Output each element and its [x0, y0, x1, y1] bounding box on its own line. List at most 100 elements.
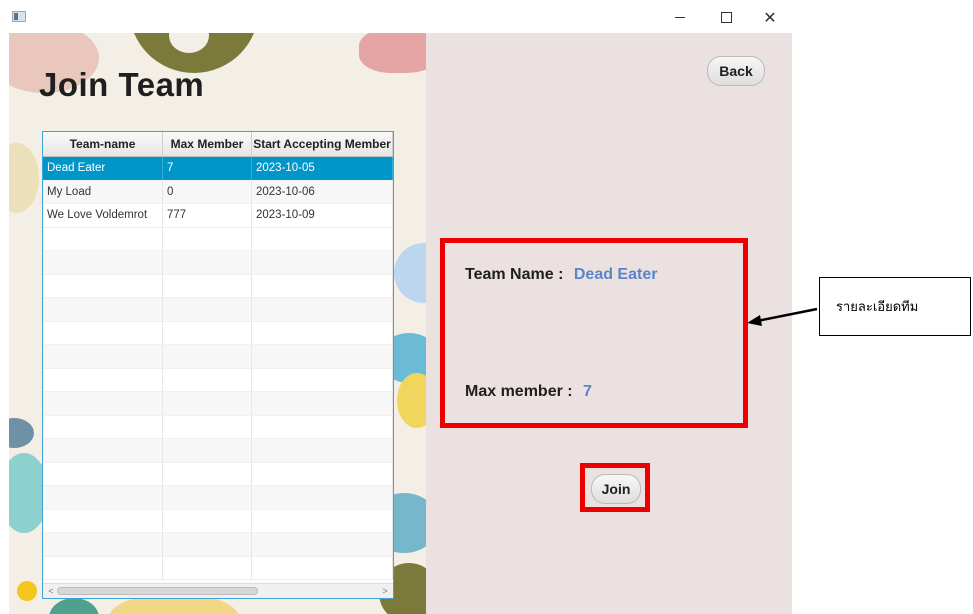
empty-cell	[252, 415, 393, 438]
team-name-value: Dead Eater	[573, 266, 658, 283]
empty-cell	[163, 486, 252, 509]
empty-cell	[252, 251, 393, 274]
cell-team-name: Dead Eater	[43, 157, 163, 180]
window-title-bar: ✕	[0, 0, 792, 33]
maximize-icon[interactable]	[711, 4, 741, 30]
cell-max-member: 7	[163, 157, 252, 180]
empty-cell	[252, 274, 393, 297]
table-row-empty[interactable]	[43, 509, 393, 533]
column-header-team-name[interactable]: Team-name	[43, 132, 163, 156]
cell-team-name: My Load	[43, 180, 163, 203]
decorative-shape	[9, 143, 39, 213]
table-row[interactable]: We Love Voldemrot 777 2023-10-09	[43, 204, 393, 228]
table-row-empty[interactable]	[43, 439, 393, 463]
empty-cell	[43, 415, 163, 438]
decorative-shape	[397, 373, 426, 428]
cell-max-member: 0	[163, 180, 252, 203]
table-row-empty[interactable]	[43, 368, 393, 392]
empty-cell	[163, 509, 252, 532]
table-row-empty[interactable]	[43, 251, 393, 275]
cell-max-member: 777	[163, 204, 252, 227]
table-row-empty[interactable]	[43, 298, 393, 322]
empty-cell	[43, 509, 163, 532]
empty-cell	[252, 509, 393, 532]
team-details-box: Team Name : Dead Eater Max member : 7	[440, 238, 748, 428]
empty-cell	[43, 462, 163, 485]
empty-cell	[43, 321, 163, 344]
empty-cell	[43, 486, 163, 509]
app-icon	[12, 11, 26, 22]
horizontal-scrollbar[interactable]: < >	[43, 583, 393, 598]
table-header: Team-name Max Member Start Accepting Mem…	[43, 132, 393, 157]
left-panel: Join Team Team-name Max Member Start Acc…	[9, 33, 426, 614]
empty-cell	[252, 321, 393, 344]
empty-cell	[163, 556, 252, 579]
table-row-empty[interactable]	[43, 415, 393, 439]
decorative-shape	[49, 598, 99, 614]
empty-cell	[163, 251, 252, 274]
empty-cell	[252, 533, 393, 556]
column-header-max-member[interactable]: Max Member	[163, 132, 252, 156]
empty-cell	[252, 439, 393, 462]
table-row[interactable]: My Load 0 2023-10-06	[43, 180, 393, 204]
empty-cell	[252, 345, 393, 368]
empty-cell	[43, 274, 163, 297]
scroll-thumb[interactable]	[57, 587, 258, 595]
empty-cell	[252, 227, 393, 250]
empty-cell	[163, 439, 252, 462]
table-row-empty[interactable]	[43, 533, 393, 557]
minimize-icon[interactable]	[665, 4, 695, 30]
table-row-empty[interactable]	[43, 345, 393, 369]
column-header-start-accepting[interactable]: Start Accepting Member	[252, 132, 393, 156]
empty-cell	[43, 345, 163, 368]
empty-cell	[43, 439, 163, 462]
empty-cell	[252, 298, 393, 321]
empty-cell	[43, 392, 163, 415]
cell-start-date: 2023-10-06	[252, 180, 393, 203]
scroll-right-icon[interactable]: >	[379, 585, 391, 597]
empty-cell	[163, 368, 252, 391]
team-name-label: Team Name :	[465, 266, 564, 283]
empty-cell	[252, 486, 393, 509]
table-row-empty[interactable]	[43, 392, 393, 416]
cell-start-date: 2023-10-05	[252, 157, 393, 180]
decorative-shape	[394, 243, 426, 303]
empty-cell	[163, 415, 252, 438]
empty-cell	[43, 298, 163, 321]
annotation-callout: รายละเอียดทีม	[819, 277, 971, 336]
empty-cell	[163, 533, 252, 556]
table-row-empty[interactable]	[43, 486, 393, 510]
empty-cell	[43, 227, 163, 250]
empty-cell	[163, 321, 252, 344]
empty-cell	[163, 227, 252, 250]
empty-cell	[252, 462, 393, 485]
table-row-empty[interactable]	[43, 321, 393, 345]
decorative-shape	[9, 418, 34, 448]
table-row-empty[interactable]	[43, 227, 393, 251]
join-button[interactable]: Join	[591, 474, 641, 504]
empty-cell	[43, 251, 163, 274]
back-button[interactable]: Back	[707, 56, 765, 86]
empty-cell	[252, 556, 393, 579]
table-row[interactable]: Dead Eater 7 2023-10-05	[43, 157, 393, 181]
cell-team-name: We Love Voldemrot	[43, 204, 163, 227]
annotation-arrow-icon	[747, 307, 818, 326]
table-row-empty[interactable]	[43, 556, 393, 580]
teams-table[interactable]: Team-name Max Member Start Accepting Mem…	[42, 131, 394, 599]
right-panel: Back Team Name : Dead Eater Max member :…	[426, 33, 792, 614]
empty-cell	[43, 368, 163, 391]
max-member-value: 7	[583, 383, 592, 400]
decorative-shape	[17, 581, 37, 601]
empty-cell	[163, 392, 252, 415]
empty-cell	[163, 345, 252, 368]
max-member-label: Max member :	[465, 383, 573, 400]
close-icon[interactable]: ✕	[755, 4, 785, 30]
empty-cell	[43, 556, 163, 579]
empty-cell	[43, 533, 163, 556]
table-row-empty[interactable]	[43, 462, 393, 486]
decorative-shape	[359, 33, 426, 73]
team-name-row: Team Name : Dead Eater	[465, 266, 657, 284]
table-row-empty[interactable]	[43, 274, 393, 298]
scroll-left-icon[interactable]: <	[45, 585, 57, 597]
empty-cell	[252, 368, 393, 391]
